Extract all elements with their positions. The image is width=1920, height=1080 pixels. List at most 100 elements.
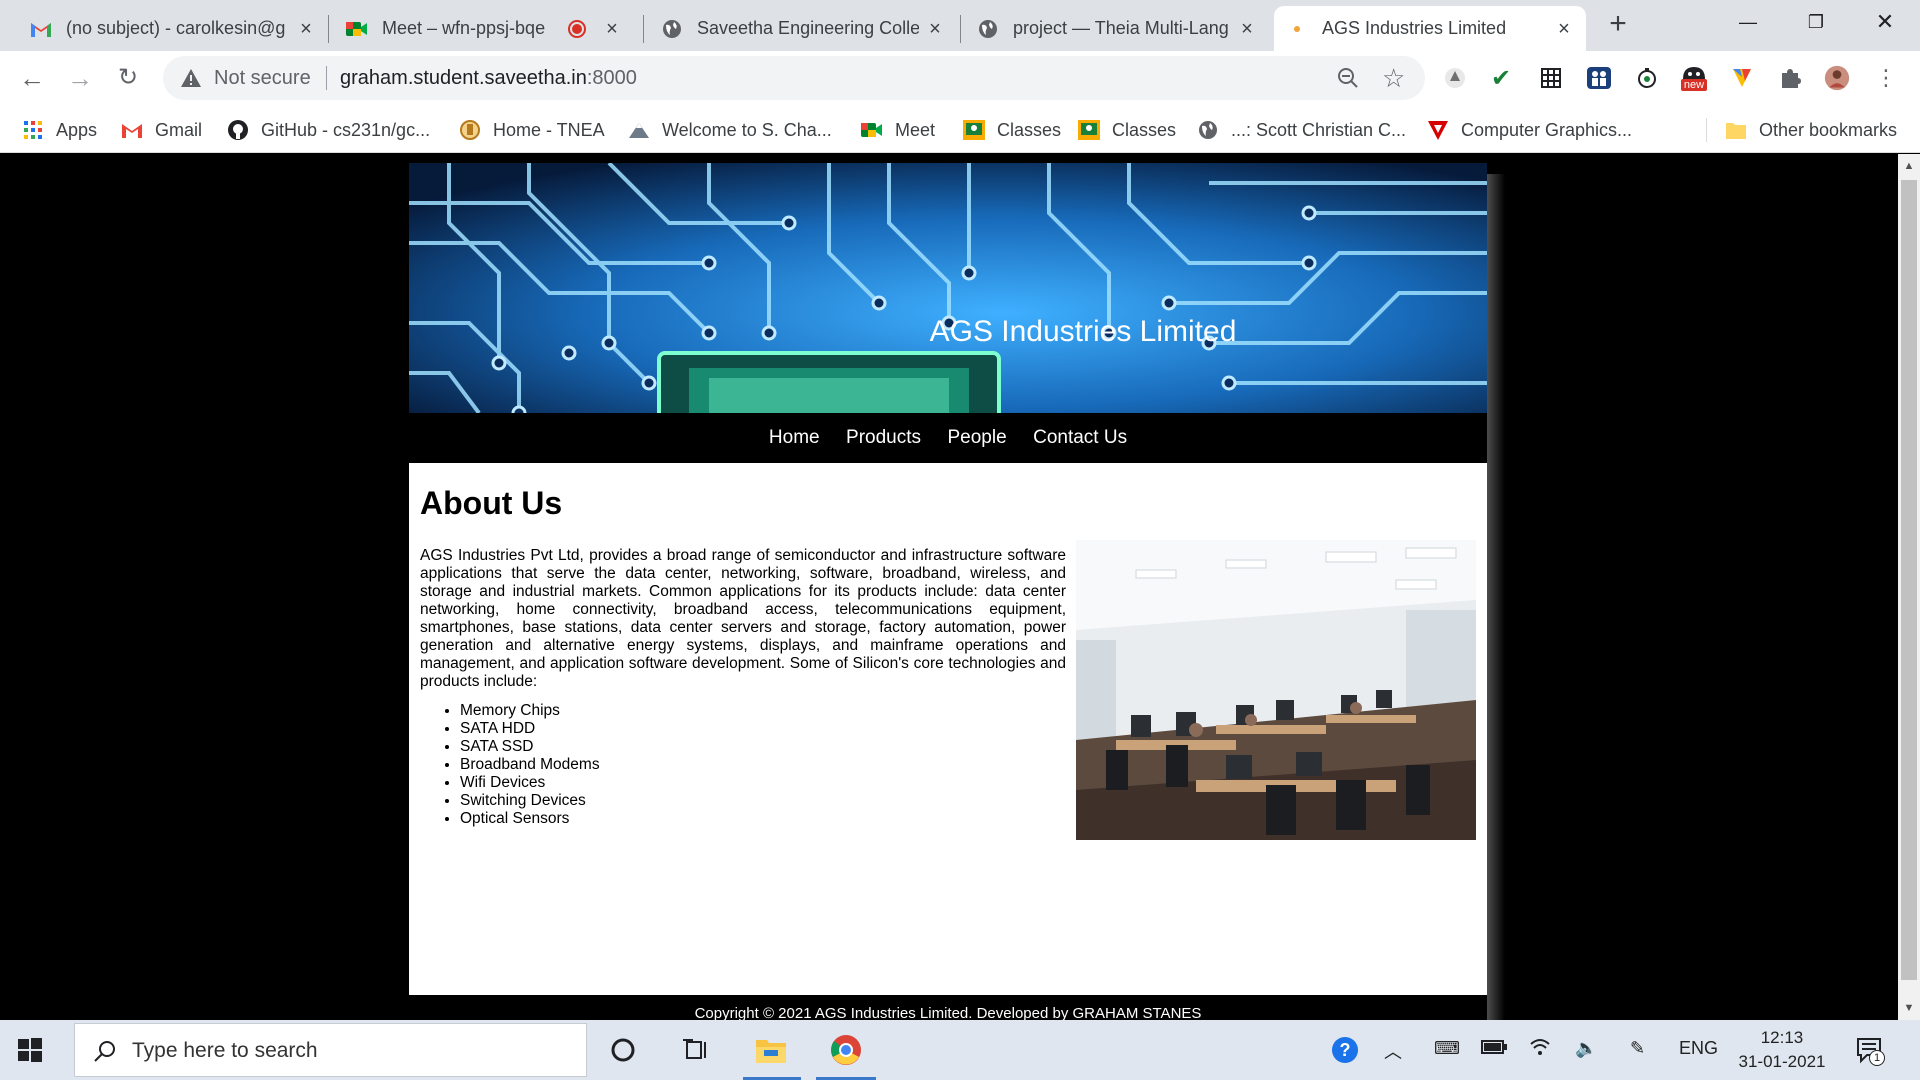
tab-gmail[interactable]: (no subject) - carolkesin@g ×	[18, 6, 328, 51]
red-v-logo-icon	[1427, 119, 1449, 141]
nav-products[interactable]: Products	[846, 413, 921, 463]
bookmark-welcome[interactable]: Welcome to S. Cha...	[628, 117, 832, 143]
tab-meet[interactable]: Meet – wfn-ppsj-bqe ×	[334, 6, 634, 51]
scrollbar-thumb[interactable]	[1901, 180, 1917, 980]
bookmark-star-icon[interactable]: ☆	[1382, 63, 1405, 94]
checkmark-extension-icon[interactable]: ✔	[1488, 65, 1514, 92]
help-icon[interactable]: ?	[1329, 1034, 1361, 1066]
minimize-icon[interactable]: —	[1725, 6, 1771, 38]
office-photo	[1076, 540, 1476, 840]
close-tab-icon[interactable]: ×	[1237, 19, 1257, 39]
taskbar-search[interactable]: Type here to search	[74, 1023, 587, 1077]
list-item: Memory Chips	[460, 702, 600, 720]
more-menu-icon[interactable]: ⋮	[1873, 65, 1899, 91]
globe-icon	[661, 18, 683, 40]
site-container: AGS Industries Limited Home Products Peo…	[409, 163, 1487, 1020]
reload-icon[interactable]: ↻	[111, 61, 145, 95]
clock-date: 31-01-2021	[1738, 1052, 1826, 1071]
bookmark-label: Welcome to S. Cha...	[662, 119, 832, 140]
globe-icon	[1197, 119, 1219, 141]
zoom-icon[interactable]	[1336, 66, 1360, 90]
recording-icon	[568, 19, 586, 38]
nav-home[interactable]: Home	[769, 413, 820, 463]
close-tab-icon[interactable]: ×	[1554, 19, 1574, 39]
puzzle-extensions-icon[interactable]	[1777, 65, 1803, 91]
tab-theia-project[interactable]: project — Theia Multi-Lang ×	[965, 6, 1269, 51]
circuit-board-image	[409, 163, 1487, 413]
bookmark-apps[interactable]: Apps	[22, 117, 97, 143]
bookmark-meet[interactable]: Meet	[861, 117, 935, 143]
list-item: SATA SSD	[460, 738, 600, 756]
volume-icon[interactable]: 🔈	[1575, 1038, 1597, 1059]
bookmark-classes[interactable]: Classes	[963, 117, 1061, 143]
new-tab-button[interactable]: +	[1603, 9, 1633, 40]
bookmark-gmail[interactable]: Gmail	[121, 117, 202, 143]
grid-extension-icon[interactable]	[1538, 65, 1564, 91]
other-bookmarks[interactable]: Other bookmarks	[1725, 117, 1897, 143]
clock[interactable]: 12:13 31-01-2021	[1722, 1026, 1842, 1074]
nav-people[interactable]: People	[947, 413, 1006, 463]
bookmark-github[interactable]: GitHub - cs231n/gc...	[227, 117, 430, 143]
site-title: AGS Industries Limited	[929, 315, 1237, 348]
bookmark-tnea[interactable]: Home - TNEA	[459, 117, 605, 143]
close-tab-icon[interactable]: ×	[925, 19, 945, 39]
language-indicator[interactable]: ENG	[1679, 1038, 1718, 1059]
tab-strip: (no subject) - carolkesin@g × Meet – wfn…	[0, 0, 1920, 51]
nav-contact-us[interactable]: Contact Us	[1033, 413, 1127, 463]
bookmark-scott-christian[interactable]: ...: Scott Christian C...	[1197, 117, 1406, 143]
site-nav: Home Products People Contact Us	[409, 413, 1487, 463]
tnea-emblem-icon	[459, 119, 481, 141]
restore-icon[interactable]: ❐	[1793, 6, 1839, 38]
extension-shield-icon[interactable]	[1442, 65, 1468, 91]
header-banner: AGS Industries Limited	[409, 163, 1487, 413]
tab-saveetha[interactable]: Saveetha Engineering Colle ×	[649, 6, 957, 51]
globe-icon	[977, 18, 999, 40]
forward-arrow-icon[interactable]: →	[63, 61, 97, 95]
task-view-icon[interactable]	[680, 1034, 712, 1066]
chrome-icon[interactable]	[830, 1034, 862, 1066]
pen-icon[interactable]: ✎	[1630, 1038, 1645, 1059]
bookmark-label: Gmail	[155, 119, 203, 140]
bookmarks-bar: Apps Gmail GitHub - cs231n/gc... Home - …	[0, 105, 1920, 153]
close-tab-icon[interactable]: ×	[602, 19, 622, 39]
profile-avatar[interactable]	[1824, 65, 1850, 91]
wifi-icon[interactable]	[1529, 1038, 1551, 1061]
tab-divider	[960, 15, 961, 43]
meet-now-icon[interactable]: ⌨	[1434, 1038, 1460, 1059]
people-extension-icon[interactable]	[1586, 65, 1612, 91]
show-hidden-icons-icon[interactable]: ︿	[1384, 1038, 1402, 1064]
windows-start-icon[interactable]	[18, 1038, 42, 1062]
bookmark-label: Apps	[56, 119, 98, 140]
notifications-icon[interactable]: 1	[1853, 1034, 1885, 1066]
battery-icon[interactable]	[1481, 1038, 1507, 1059]
tab-divider	[328, 15, 329, 43]
timer-extension-icon[interactable]	[1634, 65, 1660, 91]
svg-text:?: ?	[1340, 1040, 1351, 1060]
bookmarks-divider	[1706, 118, 1707, 142]
security-status[interactable]: Not secure	[214, 67, 311, 90]
scroll-down-arrow-icon[interactable]: ▼	[1903, 1002, 1915, 1014]
scroll-up-arrow-icon[interactable]: ▲	[1903, 160, 1915, 172]
address-bar[interactable]: Not secure graham.student.saveetha.in:80…	[163, 56, 1425, 100]
file-explorer-icon[interactable]	[755, 1034, 787, 1066]
url-text[interactable]: graham.student.saveetha.in:8000	[340, 67, 637, 90]
page-shadow	[1487, 174, 1505, 1020]
bookmark-computer-graphics[interactable]: Computer Graphics...	[1427, 117, 1632, 143]
new-extension-icon[interactable]: new	[1680, 65, 1708, 91]
google-meet-icon	[861, 119, 883, 141]
warning-triangle-icon[interactable]	[180, 67, 202, 89]
colorful-extension-icon[interactable]	[1729, 65, 1755, 91]
page-favicon-icon	[1286, 18, 1308, 40]
close-tab-icon[interactable]: ×	[296, 19, 316, 39]
bookmark-classes-2[interactable]: Classes	[1078, 117, 1176, 143]
list-item: Optical Sensors	[460, 810, 600, 828]
cortana-icon[interactable]	[607, 1034, 639, 1066]
tab-label: (no subject) - carolkesin@g	[66, 18, 286, 38]
google-classroom-icon	[1078, 119, 1100, 141]
back-arrow-icon[interactable]: ←	[15, 61, 49, 95]
search-icon	[93, 1039, 117, 1063]
bookmark-label: Other bookmarks	[1759, 119, 1898, 140]
page-scrollbar[interactable]: ▲ ▼	[1898, 154, 1920, 1020]
tab-ags-industries[interactable]: AGS Industries Limited ×	[1274, 6, 1586, 51]
close-window-icon[interactable]: ✕	[1862, 6, 1908, 38]
